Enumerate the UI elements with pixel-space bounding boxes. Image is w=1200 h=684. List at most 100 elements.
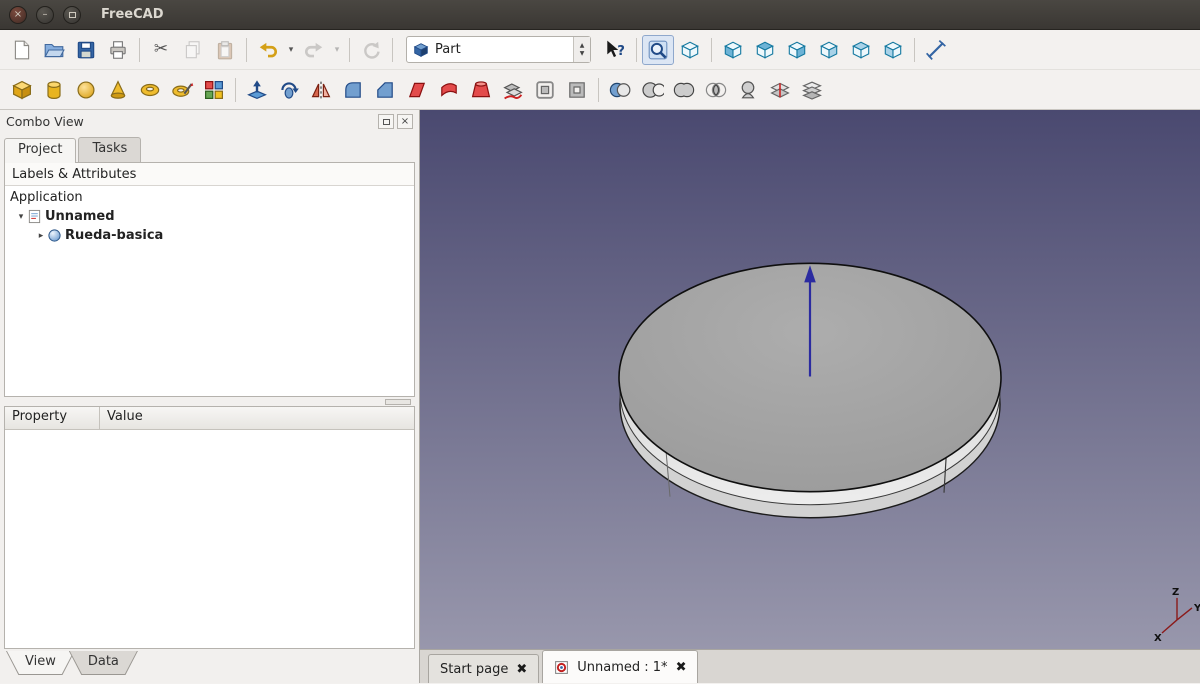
print-button[interactable]	[102, 35, 134, 65]
shape-builder-icon	[205, 80, 223, 99]
make-face-button[interactable]	[401, 75, 433, 105]
close-icon: ×	[400, 116, 410, 127]
thickness-icon	[569, 81, 585, 98]
bottom-view-button[interactable]	[845, 35, 877, 65]
splitter-handle[interactable]	[385, 398, 411, 405]
tree-root-application[interactable]: Application	[5, 188, 414, 207]
compound-icon	[802, 81, 822, 100]
section-button[interactable]	[732, 75, 764, 105]
measure-distance-button[interactable]	[920, 35, 952, 65]
offset-button[interactable]	[529, 75, 561, 105]
close-tab-icon[interactable]: ✖	[676, 660, 687, 675]
panel-float-button[interactable]	[378, 114, 394, 129]
model-tree[interactable]: Application ▾ Unnamed ▸ Rueda-basica	[5, 186, 414, 396]
fit-all-button[interactable]	[642, 34, 674, 65]
fillet-icon	[345, 81, 361, 98]
right-view-button[interactable]	[781, 35, 813, 65]
new-document-button[interactable]	[6, 35, 38, 65]
refresh-button[interactable]	[355, 35, 387, 65]
tab-project[interactable]: Project	[4, 138, 77, 163]
thickness-button[interactable]	[561, 75, 593, 105]
tab-start-page[interactable]: Start page ✖	[428, 654, 540, 683]
toolbar-separator	[914, 37, 915, 62]
tab-data[interactable]: Data	[68, 651, 138, 675]
torus-icon	[140, 83, 160, 96]
window-minimize-button[interactable]: –	[36, 5, 54, 24]
tab-view[interactable]: View	[6, 651, 75, 675]
intersection-button[interactable]	[700, 75, 732, 105]
redo-dropdown-button[interactable]: ▾	[330, 35, 344, 65]
toolbar-separator	[598, 77, 599, 102]
union-button[interactable]	[668, 75, 700, 105]
tree-item-unnamed[interactable]: ▾ Unnamed	[5, 207, 414, 226]
cylinder-button[interactable]	[38, 75, 70, 105]
window-title: FreeCAD	[101, 7, 164, 22]
revolve-button[interactable]	[273, 75, 305, 105]
chamfer-button[interactable]	[369, 75, 401, 105]
cylinder-icon	[47, 80, 61, 99]
create-primitives-button[interactable]	[166, 75, 198, 105]
3d-view[interactable]: Z Y X	[420, 110, 1200, 649]
property-panel: Property Value	[4, 406, 415, 649]
box-button[interactable]	[6, 75, 38, 105]
cross-sections-button[interactable]	[764, 75, 796, 105]
front-view-icon	[724, 41, 742, 59]
svg-text:?: ?	[617, 43, 625, 58]
open-folder-icon	[44, 43, 65, 57]
window-close-button[interactable]: ×	[9, 5, 27, 24]
rear-view-button[interactable]	[813, 35, 845, 65]
panel-close-button[interactable]: ×	[397, 114, 413, 129]
front-view-button[interactable]	[717, 35, 749, 65]
panel-splitter[interactable]	[0, 397, 419, 406]
left-view-button[interactable]	[877, 35, 909, 65]
paste-button[interactable]	[209, 35, 241, 65]
workbench-selector-value: Part	[435, 42, 461, 57]
window-titlebar[interactable]: × – FreeCAD	[0, 0, 1200, 30]
boolean-button[interactable]	[604, 75, 636, 105]
svg-text:Y: Y	[1193, 603, 1200, 614]
undo-button[interactable]	[252, 35, 284, 65]
boolean-icon	[609, 82, 631, 97]
axonometric-view-button[interactable]	[674, 35, 706, 65]
ruled-surface-button[interactable]	[433, 75, 465, 105]
workbench-selector-spinner[interactable]: ▲ ▼	[573, 37, 590, 62]
column-value[interactable]: Value	[100, 407, 150, 429]
expander-closed-icon[interactable]: ▸	[35, 231, 47, 241]
fillet-button[interactable]	[337, 75, 369, 105]
top-view-button[interactable]	[749, 35, 781, 65]
window-maximize-button[interactable]	[63, 5, 81, 24]
toolbar-separator	[711, 37, 712, 62]
undo-dropdown-button[interactable]: ▾	[284, 35, 298, 65]
part-toolbar	[0, 70, 1200, 110]
spin-up-icon: ▲	[579, 41, 585, 49]
save-document-button[interactable]	[70, 35, 102, 65]
shape-builder-button[interactable]	[198, 75, 230, 105]
compound-button[interactable]	[796, 75, 828, 105]
sweep-button[interactable]	[497, 75, 529, 105]
cut-button[interactable]: ✂	[145, 35, 177, 65]
cone-button[interactable]	[102, 75, 134, 105]
expander-open-icon[interactable]: ▾	[15, 212, 27, 222]
cut-boolean-button[interactable]	[636, 75, 668, 105]
part-workbench-cube-icon	[413, 42, 429, 57]
copy-button[interactable]	[177, 35, 209, 65]
mirror-button[interactable]	[305, 75, 337, 105]
property-table-body[interactable]	[5, 430, 414, 648]
torus-button[interactable]	[134, 75, 166, 105]
open-document-button[interactable]	[38, 35, 70, 65]
create-primitives-icon	[172, 82, 194, 97]
column-property[interactable]: Property	[5, 407, 100, 429]
tab-unnamed-document[interactable]: Unnamed : 1* ✖	[542, 650, 699, 683]
sphere-button[interactable]	[70, 75, 102, 105]
whats-this-button[interactable]: ?	[599, 35, 631, 65]
tab-tasks[interactable]: Tasks	[78, 137, 142, 162]
workbench-selector[interactable]: Part ▲ ▼	[406, 36, 591, 63]
tree-item-rueda-basica[interactable]: ▸ Rueda-basica	[5, 226, 414, 245]
close-tab-icon[interactable]: ✖	[516, 662, 527, 677]
extrude-button[interactable]	[241, 75, 273, 105]
left-view-icon	[884, 41, 902, 59]
redo-button[interactable]	[298, 35, 330, 65]
loft-button[interactable]	[465, 75, 497, 105]
viewport-area: Z Y X Start page ✖ Unnamed : 1* ✖	[420, 110, 1200, 683]
chevron-down-icon: ▾	[334, 44, 340, 55]
